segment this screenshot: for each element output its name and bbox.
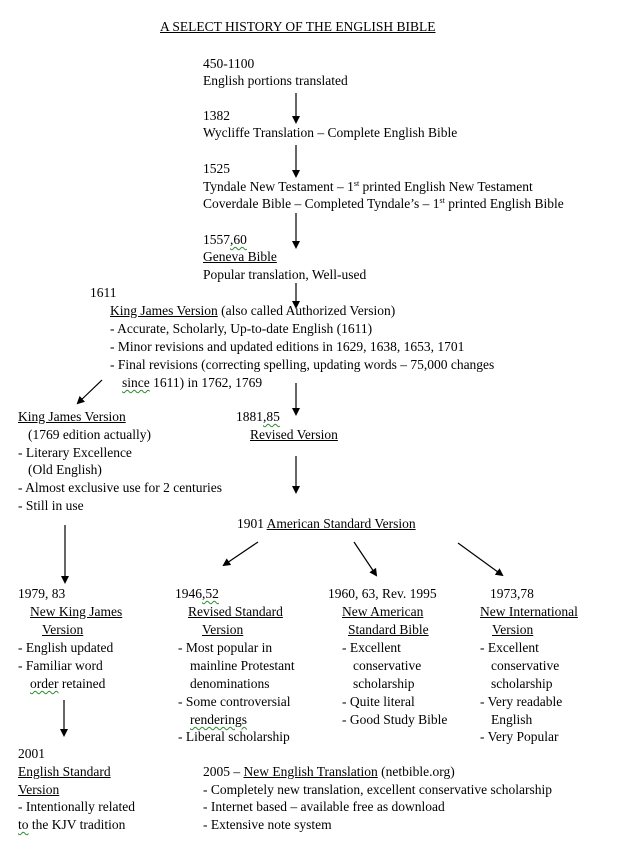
kjv-point: - Minor revisions and updated editions i… — [110, 339, 465, 354]
nkjv-text-cont: order retained — [30, 675, 105, 693]
text: 1611) in 1762, 1769 — [149, 375, 263, 390]
spellcheck-text: order — [30, 676, 59, 691]
text: the KJV tradition — [28, 817, 126, 832]
entry-year: 1382 — [203, 108, 230, 123]
arrow-to-nasb — [353, 541, 378, 577]
esv-year: 2001 — [18, 746, 45, 761]
text: printed English Bible — [444, 196, 564, 211]
text: Coverdale Bible – Completed Tyndale’s – … — [203, 196, 440, 211]
nasb-text: - Excellent — [342, 640, 401, 655]
kjv-year: 1611 — [90, 285, 117, 300]
esv-text-cont: to the KJV tradition — [18, 816, 125, 834]
spellcheck-text: since — [122, 375, 150, 390]
entry-year: 450-1100 — [203, 56, 255, 71]
rsv-text-cont: renderings — [190, 712, 247, 727]
nkjv-text: - Familiar word — [18, 658, 103, 673]
kjv1769-text: - Literary Excellence — [18, 445, 132, 460]
nasb-text: scholarship — [353, 676, 415, 691]
geneva-year: 1557,60 — [203, 231, 247, 249]
coverdale-line: Coverdale Bible – Completed Tyndale’s – … — [203, 195, 564, 213]
text: (also called Authorized Version) — [217, 303, 396, 318]
kjv1769-text: - Almost exclusive use for 2 centuries — [18, 480, 222, 495]
text: 2005 – — [203, 764, 244, 779]
net-text: - Completely new translation, excellent … — [203, 782, 553, 797]
kjv-title: King James Version — [110, 303, 218, 318]
text: 1881 — [236, 409, 263, 424]
nasb-text: conservative — [353, 658, 422, 673]
rsv-text: - Some controversial — [178, 694, 291, 709]
text: retained — [58, 676, 106, 691]
esv-title-2: Version — [18, 782, 60, 797]
arrow-to-niv — [457, 542, 504, 577]
geneva-title: Geneva Bible — [203, 249, 277, 264]
spellcheck-text: ,60 — [230, 232, 247, 247]
niv-text: scholarship — [491, 676, 553, 691]
text: 1901 — [237, 516, 267, 531]
net-title-line: 2005 – New English Translation (netbible… — [203, 763, 455, 781]
kjv-point: - Final revisions (correcting spelling, … — [110, 357, 495, 372]
esv-text: - Intentionally related — [18, 799, 135, 814]
rv-year: 1881,85 — [236, 408, 280, 426]
spellcheck-text: to — [18, 817, 29, 832]
net-title: New English Translation — [243, 764, 378, 779]
kjv1769-text: (1769 edition actually) — [28, 427, 151, 442]
rsv-text: denominations — [190, 676, 270, 691]
niv-year: 1973,78 — [490, 586, 534, 601]
text: 1557 — [203, 232, 230, 247]
rsv-title: Revised Standard — [188, 604, 283, 619]
text: printed English New Testament — [359, 179, 533, 194]
niv-title-2: Version — [492, 622, 534, 637]
rsv-text: mainline Protestant — [190, 658, 295, 673]
nkjv-title: New King James — [30, 604, 123, 619]
kjv-title-line: King James Version (also called Authoriz… — [110, 302, 395, 320]
nasb-title: New American — [342, 604, 424, 619]
kjv1769-text: - Still in use — [18, 498, 84, 513]
entry-year: 1525 — [203, 161, 230, 176]
net-text: - Internet based – available free as dow… — [203, 799, 445, 814]
text: Tyndale New Testament – 1 — [203, 179, 354, 194]
page-title: A SELECT HISTORY OF THE ENGLISH BIBLE — [160, 19, 436, 34]
nasb-title-2: Standard Bible — [348, 622, 429, 637]
nkjv-text: - English updated — [18, 640, 114, 655]
tyndale-line: Tyndale New Testament – 1st printed Engl… — [203, 178, 533, 196]
spellcheck-text: ,85 — [263, 409, 280, 424]
net-text: - Extensive note system — [203, 817, 332, 832]
asv-line: 1901 American Standard Version — [237, 515, 416, 533]
niv-text: - Very Popular — [480, 729, 559, 744]
spellcheck-text: ,52 — [202, 586, 219, 601]
kjv1769-text: (Old English) — [28, 462, 102, 477]
niv-text: English — [491, 712, 533, 727]
kjv1769-title: King James Version — [18, 409, 126, 424]
arrow-to-kjv1769 — [76, 379, 103, 405]
nasb-text: - Good Study Bible — [342, 712, 448, 727]
entry-text: Popular translation, Well-used — [203, 267, 367, 282]
kjv-point-cont: since 1611) in 1762, 1769 — [122, 374, 262, 392]
text: (netbible.org) — [377, 764, 455, 779]
rsv-year: 1946,52 — [175, 585, 219, 603]
rv-title: Revised Version — [250, 427, 338, 442]
rsv-text: - Liberal scholarship — [178, 729, 290, 744]
rsv-text: - Most popular in — [178, 640, 273, 655]
text: 1946 — [175, 586, 202, 601]
kjv-point: - Accurate, Scholarly, Up-to-date Englis… — [110, 321, 373, 336]
nasb-text: - Quite literal — [342, 694, 415, 709]
nasb-year: 1960, 63, Rev. 1995 — [328, 586, 437, 601]
entry-text: English portions translated — [203, 73, 348, 88]
niv-text: - Very readable — [480, 694, 563, 709]
arrow-to-rsv — [222, 541, 259, 567]
niv-text: conservative — [491, 658, 560, 673]
nkjv-title-2: Version — [42, 622, 84, 637]
niv-text: - Excellent — [480, 640, 539, 655]
asv-title: American Standard Version — [266, 516, 416, 531]
rsv-title-2: Version — [202, 622, 244, 637]
entry-text: Wycliffe Translation – Complete English … — [203, 125, 458, 140]
nkjv-year: 1979, 83 — [18, 586, 66, 601]
esv-title: English Standard — [18, 764, 111, 779]
niv-title: New International — [480, 604, 578, 619]
